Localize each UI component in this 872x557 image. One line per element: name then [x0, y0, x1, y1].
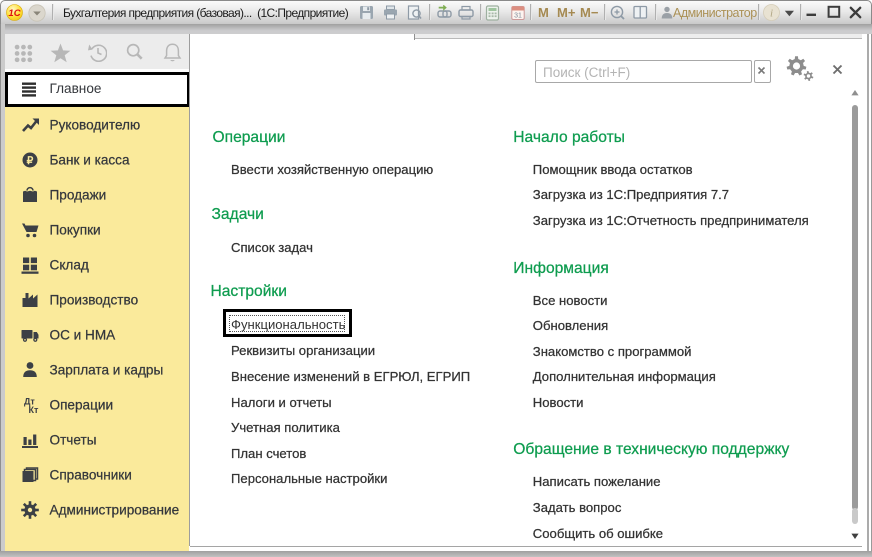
svg-text:₽: ₽: [26, 155, 33, 167]
svg-text:Кт: Кт: [28, 405, 38, 415]
svg-text:i: i: [770, 7, 773, 19]
svg-text:1С: 1С: [8, 8, 20, 19]
svg-text:31: 31: [514, 12, 522, 19]
